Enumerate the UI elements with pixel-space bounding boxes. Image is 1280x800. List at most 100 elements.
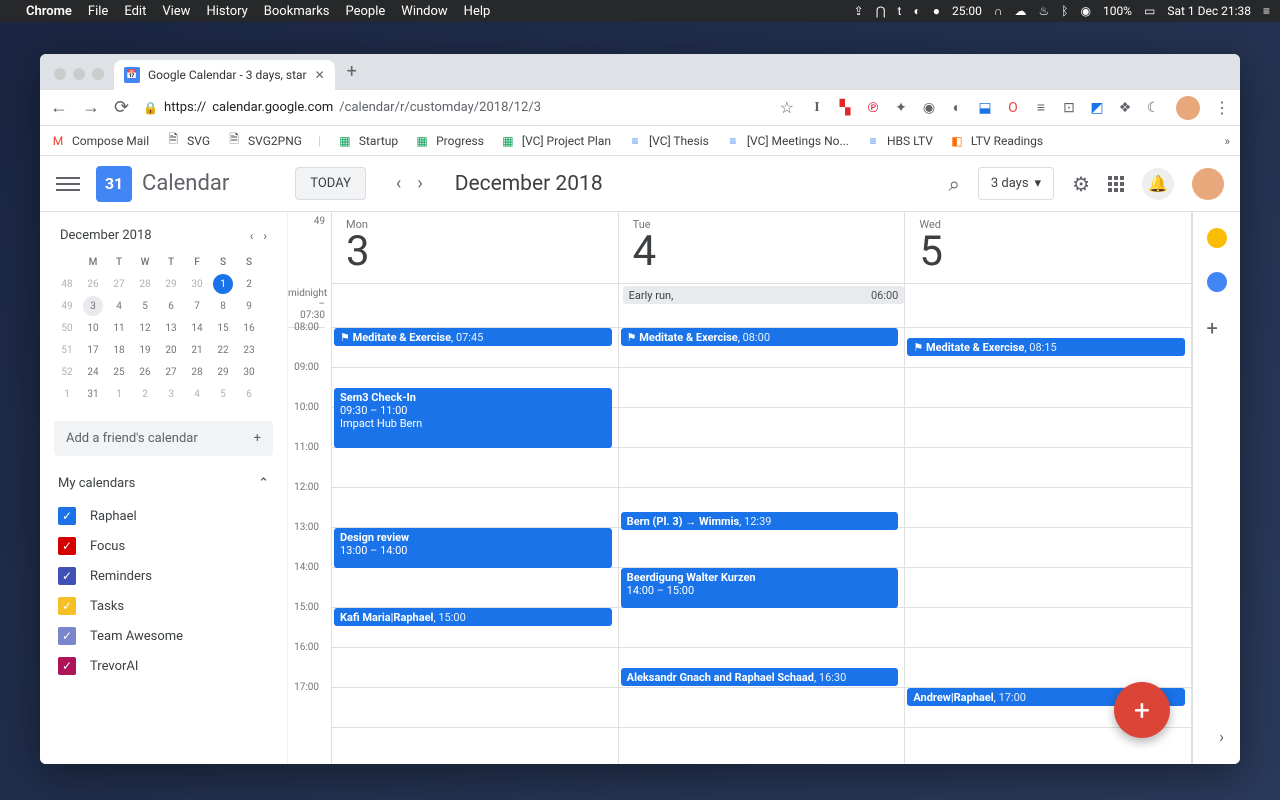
ext-buffer-icon[interactable]: ≡	[1032, 99, 1050, 117]
new-tab-button[interactable]: +	[335, 61, 369, 90]
menubar-app-name[interactable]: Chrome	[26, 4, 72, 19]
menu-window[interactable]: Window	[401, 4, 447, 19]
tab-close-icon[interactable]: ✕	[315, 68, 325, 82]
prev-period-button[interactable]: ‹	[392, 169, 405, 198]
calendar-event[interactable]: Aleksandr Gnach and Raphael Schaad, 16:3…	[621, 668, 899, 686]
mini-calendar[interactable]: MTWTFSS482627282930124934567895010111213…	[54, 251, 273, 405]
day-column[interactable]: Wed5 Meditate & Exercise, 08:15Andrew|Ra…	[905, 212, 1192, 764]
battery-icon[interactable]: ▭	[1144, 4, 1155, 18]
back-button[interactable]: ←	[50, 97, 68, 118]
ext-opera-icon[interactable]: O	[1004, 99, 1022, 117]
forward-button[interactable]: →	[82, 97, 100, 118]
bookmark-project-plan[interactable]: ▦[VC] Project Plan	[500, 133, 611, 149]
menu-people[interactable]: People	[346, 4, 386, 19]
calendar-item[interactable]: ✓Focus	[54, 531, 273, 561]
wifi-icon[interactable]: ◉	[1080, 4, 1090, 18]
calendar-event[interactable]: Kafi Maria|Raphael, 15:00	[334, 608, 612, 626]
account-avatar[interactable]	[1192, 168, 1224, 200]
calendar-event[interactable]: Meditate & Exercise, 08:00	[621, 328, 899, 346]
battery-text[interactable]: 100%	[1103, 4, 1132, 18]
browser-window: 📅 Google Calendar - 3 days, star ✕ + ← →…	[40, 54, 1240, 764]
ext-camera-icon[interactable]: ◉	[920, 99, 938, 117]
ext-icon-7[interactable]: ⬓	[976, 99, 994, 117]
search-button[interactable]: ⌕	[949, 172, 960, 196]
calendar-item[interactable]: ✓Raphael	[54, 501, 273, 531]
clock-text[interactable]: Sat 1 Dec 21:38	[1167, 4, 1251, 18]
star-icon[interactable]: ☆	[780, 98, 794, 117]
headphones-icon[interactable]: ∩	[994, 4, 1003, 18]
ext-flipboard-icon[interactable]: ▚	[836, 99, 854, 117]
today-button[interactable]: TODAY	[295, 167, 366, 200]
timer-text[interactable]: 25:00	[952, 4, 982, 18]
profile-avatar[interactable]	[1176, 96, 1200, 120]
settings-button[interactable]: ⚙	[1072, 172, 1090, 196]
calendar-event[interactable]: Meditate & Exercise, 08:15	[907, 338, 1185, 356]
creative-cloud-icon[interactable]: ◐	[913, 4, 920, 18]
tasks-icon[interactable]	[1207, 272, 1227, 292]
window-controls[interactable]	[48, 68, 114, 90]
reload-button[interactable]: ⟳	[114, 97, 129, 118]
ext-icon-4[interactable]: ✦	[892, 99, 910, 117]
bookmark-svg2png[interactable]: 🗎SVG2PNG	[226, 133, 302, 149]
calendar-event[interactable]: Meditate & Exercise, 07:45	[334, 328, 612, 346]
calendar-event[interactable]: Sem3 Check-In09:30 – 11:00Impact Hub Ber…	[334, 388, 612, 448]
bookmark-progress[interactable]: ▦Progress	[414, 133, 484, 149]
current-period-title: December 2018	[455, 172, 603, 196]
url-field[interactable]: 🔒 https://calendar.google.com/calendar/r…	[143, 100, 766, 115]
tumblr-icon[interactable]: t	[898, 4, 902, 18]
calendar-event[interactable]: Design review13:00 – 14:00	[334, 528, 612, 568]
ext-pinterest-icon[interactable]: ℗	[864, 99, 882, 117]
bookmark-thesis[interactable]: ≡[VC] Thesis	[627, 133, 709, 149]
bookmark-startup[interactable]: ▦Startup	[337, 133, 398, 149]
chrome-menu-icon[interactable]: ⋮	[1214, 98, 1230, 117]
menu-help[interactable]: Help	[464, 4, 491, 19]
calendar-item[interactable]: ✓TrevorAI	[54, 651, 273, 681]
calendar-logo[interactable]: 31 Calendar	[96, 166, 229, 202]
google-apps-button[interactable]	[1108, 176, 1124, 192]
calendar-item[interactable]: ✓Team Awesome	[54, 621, 273, 651]
ext-icon-11[interactable]: ◩	[1088, 99, 1106, 117]
ext-icon-12[interactable]: ❖	[1116, 99, 1134, 117]
add-friend-calendar[interactable]: Add a friend's calendar+	[54, 421, 273, 456]
next-period-button[interactable]: ›	[413, 169, 426, 198]
browser-tab[interactable]: 📅 Google Calendar - 3 days, star ✕	[114, 60, 335, 90]
bookmark-hbs[interactable]: ≡HBS LTV	[865, 133, 933, 149]
bluetooth-icon[interactable]: ᛒ	[1061, 4, 1068, 18]
mini-cal-prev[interactable]: ‹	[250, 229, 254, 243]
menu-file[interactable]: File	[88, 4, 108, 19]
keep-icon[interactable]	[1207, 228, 1227, 248]
tomato-icon[interactable]: ●	[933, 4, 940, 18]
flame-icon[interactable]: ♨	[1039, 4, 1050, 18]
mini-cal-next[interactable]: ›	[263, 229, 267, 243]
side-panel-toggle[interactable]: ›	[1219, 727, 1224, 746]
ext-icon-10[interactable]: ⊡	[1060, 99, 1078, 117]
calendar-event[interactable]: Beerdigung Walter Kurzen14:00 – 15:00	[621, 568, 899, 608]
day-column[interactable]: Mon3 Meditate & Exercise, 07:45Sem3 Chec…	[332, 212, 619, 764]
menu-bookmarks[interactable]: Bookmarks	[264, 4, 330, 19]
my-calendars-header[interactable]: My calendars⌃	[54, 476, 273, 491]
bookmark-meetings[interactable]: ≡[VC] Meetings No...	[725, 133, 849, 149]
menu-extras-icon[interactable]: ≡	[1263, 4, 1270, 18]
ext-moon-icon[interactable]: ☾	[1144, 99, 1162, 117]
day-column[interactable]: Tue4 Early run,06:00 Meditate & Exercise…	[619, 212, 906, 764]
cloud-icon[interactable]: ☁	[1015, 4, 1027, 18]
notifications-button[interactable]: 🔔	[1142, 168, 1174, 200]
bookmark-ltv[interactable]: ◧LTV Readings	[949, 133, 1043, 149]
calendar-event[interactable]: Bern (Pl. 3) → Wimmis, 12:39	[621, 512, 899, 530]
app-icon[interactable]: ⋂	[876, 4, 886, 18]
bookmark-svg[interactable]: 🗎SVG	[165, 133, 210, 149]
calendar-item[interactable]: ✓Reminders	[54, 561, 273, 591]
menu-edit[interactable]: Edit	[124, 4, 146, 19]
create-event-fab[interactable]: +	[1114, 682, 1170, 738]
dropbox-icon[interactable]: ⇪	[854, 4, 864, 18]
ext-icon-6[interactable]: ◐	[948, 99, 966, 117]
view-selector[interactable]: 3 days▾	[978, 167, 1054, 200]
bookmark-compose[interactable]: MCompose Mail	[50, 133, 149, 149]
calendar-item[interactable]: ✓Tasks	[54, 591, 273, 621]
menu-history[interactable]: History	[206, 4, 247, 19]
addons-plus-icon[interactable]: +	[1207, 316, 1227, 336]
ext-instapaper-icon[interactable]: I	[808, 99, 826, 117]
bookmarks-overflow-icon[interactable]: »	[1224, 134, 1230, 148]
main-menu-button[interactable]	[56, 177, 80, 191]
menu-view[interactable]: View	[162, 4, 190, 19]
